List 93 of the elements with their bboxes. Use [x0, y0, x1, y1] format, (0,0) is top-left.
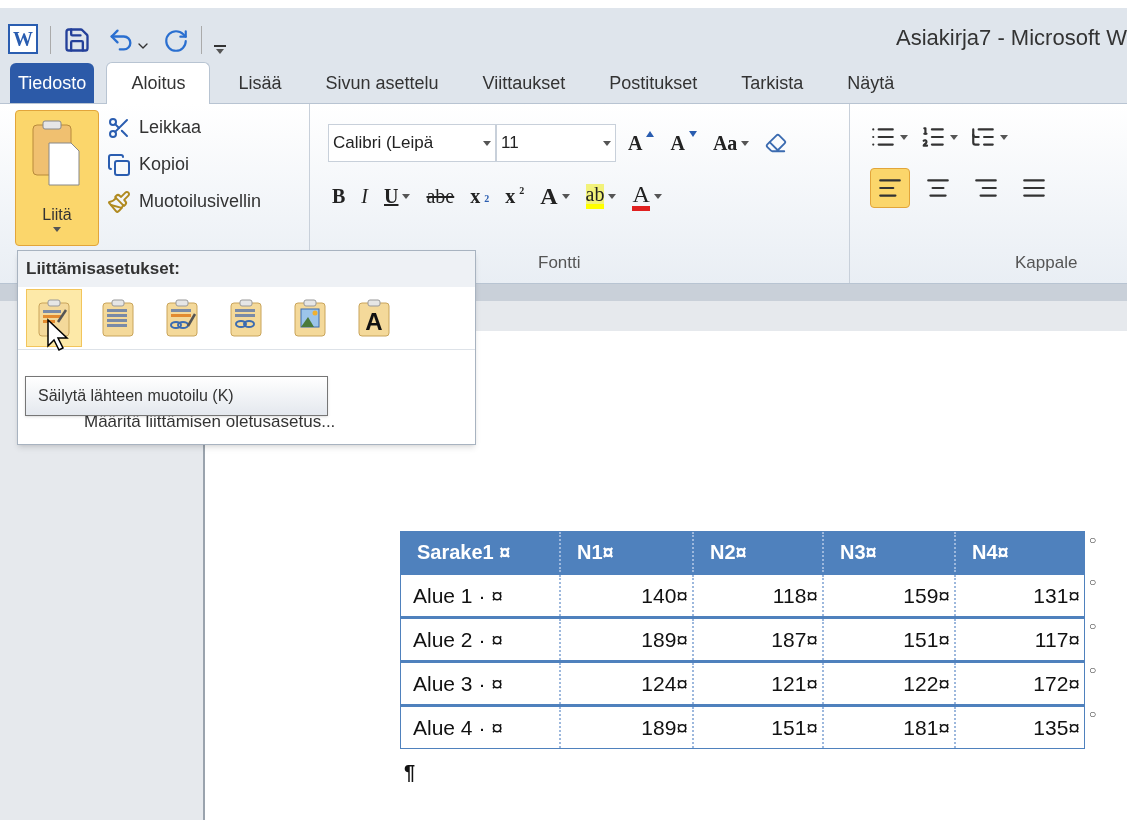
ribbon-tab[interactable]: Tarkista [725, 63, 820, 103]
ribbon-tab[interactable]: Lisää [222, 63, 298, 103]
table-cell: 131¤ [954, 575, 1084, 616]
font-size-combobox[interactable]: 11 [496, 124, 616, 162]
table-cell: 172¤ [954, 663, 1084, 704]
font-name-combobox[interactable]: Calibri (Leipä [328, 124, 496, 162]
word-logo: W [8, 24, 38, 54]
ribbon-tab[interactable]: Viittaukset [466, 63, 582, 103]
mouse-cursor-icon [46, 318, 72, 352]
ribbon-tab[interactable]: Sivun asettelu [309, 63, 455, 103]
customize-toolbar-icon[interactable] [214, 45, 226, 54]
dropdown-arrow-icon [402, 193, 411, 199]
row-end-mark: ○ [1089, 706, 1097, 723]
paste-button[interactable]: Liitä [15, 110, 99, 246]
dropdown-arrow-icon [483, 140, 491, 146]
table-cell-text: Alue 3 · ¤ [412, 670, 504, 697]
paste-option-icon [100, 298, 136, 338]
strikethrough-button[interactable]: abe [422, 180, 459, 212]
table-cell: 140¤ [559, 575, 692, 616]
table-cell: 118¤ [692, 575, 822, 616]
clipboard-action[interactable]: Leikkaa [107, 114, 262, 141]
row-end-mark: ○ [1089, 532, 1097, 549]
change-case-button[interactable]: Aa [708, 127, 754, 159]
paste-option-icon [164, 298, 200, 338]
italic-button[interactable]: I [357, 180, 372, 212]
dropdown-arrow-icon [653, 193, 662, 199]
up-triangle-icon [646, 131, 655, 137]
table-cell: 135¤ [954, 707, 1084, 748]
table-header-cell: N2¤ [692, 532, 822, 572]
ribbon-tab[interactable]: Postitukset [593, 63, 714, 103]
table-cell: 122¤ [822, 663, 954, 704]
dropdown-arrow-icon [950, 134, 958, 140]
scissors-icon [107, 115, 131, 140]
table-cell: 187¤ [692, 619, 822, 660]
table-cell: 189¤ [559, 619, 692, 660]
row-end-mark: ○ [1089, 574, 1097, 591]
table-header-cell-text: Sarake1 ¤ [416, 540, 512, 565]
text-effects-button[interactable]: A [536, 180, 574, 212]
ribbon-tab[interactable]: Aloitus [106, 62, 211, 104]
table-cell: 151¤ [692, 707, 822, 748]
align-button[interactable] [870, 168, 910, 208]
eraser-icon [765, 132, 788, 154]
paragraph-mark: ¶ [404, 760, 417, 785]
numbering-button[interactable] [920, 124, 958, 150]
bold-button[interactable]: B [328, 180, 350, 212]
dropdown-arrow-icon [603, 140, 611, 146]
window-title: Asiakirja7 - Microsoft W [895, 24, 1127, 52]
table-cell-text: Alue 2 · ¤ [412, 626, 504, 653]
dropdown-arrow-icon [1000, 134, 1008, 140]
copy-icon [107, 152, 131, 177]
menu-heading: Liittämisasetukset: [26, 258, 180, 281]
paste-option-button[interactable]: A [346, 289, 402, 347]
group-label: Kappale [1015, 251, 1079, 274]
paste-option-icon [292, 298, 328, 338]
table-header-cell: N3¤ [822, 532, 954, 572]
clipboard-action[interactable]: Muotoilusivellin [107, 188, 262, 215]
table-cell: 159¤ [822, 575, 954, 616]
highlight-button[interactable]: ab [581, 180, 621, 212]
table-header-cell: N1¤ [559, 532, 692, 572]
row-end-mark: ○ [1089, 618, 1097, 635]
table-cell: 181¤ [822, 707, 954, 748]
table-cell-text: Alue 1 · ¤ [412, 582, 504, 609]
clipboard-action[interactable]: Kopioi [107, 151, 262, 178]
table-cell-text: Alue 4 · ¤ [412, 714, 504, 741]
down-triangle-icon [688, 131, 697, 137]
group-label: Fontti [538, 251, 582, 274]
dropdown-arrow-icon [741, 140, 750, 146]
table-cell: 121¤ [692, 663, 822, 704]
shrink-font-button[interactable]: A [666, 127, 701, 159]
table-cell: 124¤ [559, 663, 692, 704]
underline-button[interactable]: U [380, 180, 415, 212]
paste-option-icon [228, 298, 264, 338]
superscript-button[interactable]: x $^{2}$ [501, 180, 529, 212]
dropdown-arrow-icon [53, 227, 61, 232]
ribbon-tab[interactable]: Näytä [831, 63, 911, 103]
grow-font-button[interactable]: A [624, 127, 659, 159]
dropdown-arrow-icon [561, 193, 570, 199]
redo-icon[interactable] [163, 28, 189, 54]
paintbrush-icon [107, 189, 131, 214]
file-tab[interactable]: Tiedosto [10, 63, 95, 103]
table-header-cell: N4¤ [954, 532, 1084, 572]
paste-option-button[interactable] [26, 289, 82, 347]
dropdown-arrow-icon [608, 193, 617, 199]
font-color-button[interactable]: A [628, 180, 666, 212]
dropdown-arrow-icon [900, 134, 908, 140]
table-cell: 117¤ [954, 619, 1084, 660]
numbered-list-icon [920, 124, 946, 150]
tooltip: Säilytä lähteen muotoilu (K) [25, 376, 328, 416]
table-cell: 189¤ [559, 707, 692, 748]
table-cell: 151¤ [822, 619, 954, 660]
row-end-mark: ○ [1089, 662, 1097, 679]
dropdown-arrow-icon [216, 49, 224, 54]
save-icon[interactable] [63, 26, 91, 54]
